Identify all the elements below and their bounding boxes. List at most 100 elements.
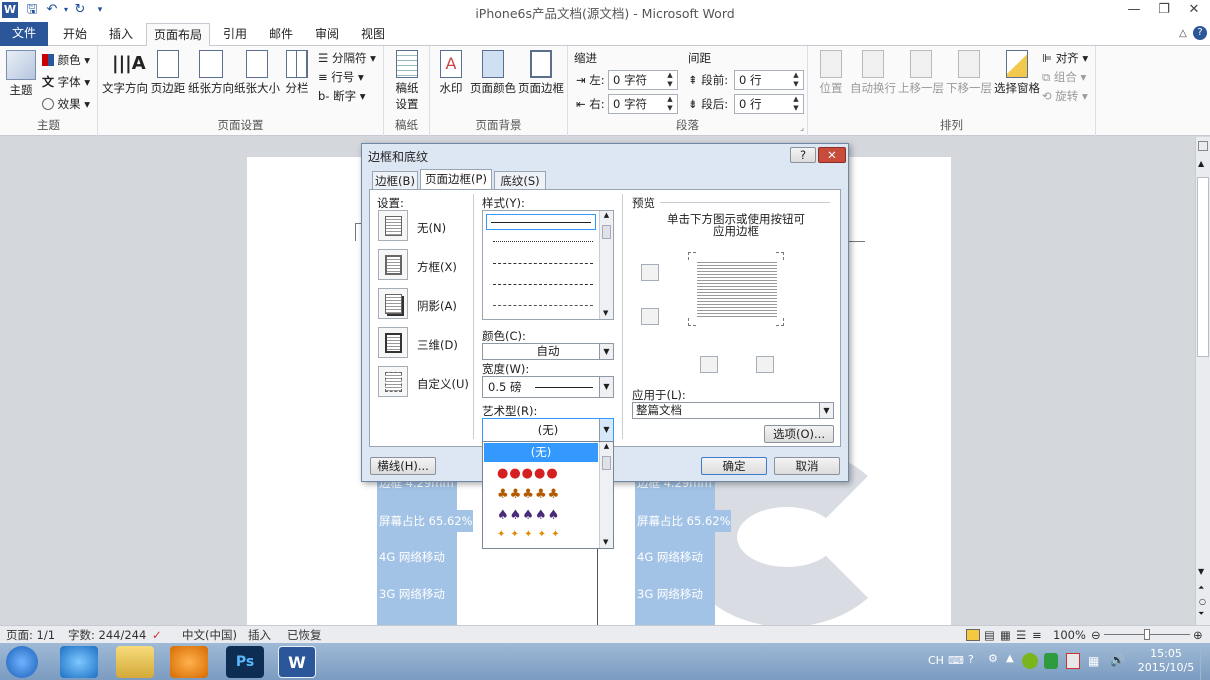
ruler-toggle-icon[interactable] — [1198, 141, 1208, 151]
align-button[interactable]: ⊫ 对齐 ▾ — [1042, 48, 1088, 68]
width-dropdown[interactable]: 0.5 磅 ▼ — [482, 376, 614, 398]
network-icon[interactable]: ▦ — [1088, 654, 1099, 668]
vertical-scrollbar[interactable]: ▲ ▼ ⏶ ○ ⏷ — [1195, 137, 1210, 625]
word-taskbar-icon[interactable]: W — [278, 646, 316, 678]
art-option-cakes[interactable]: ♣♣♣♣♣ — [497, 487, 560, 502]
tab-mailings[interactable]: 邮件 — [260, 23, 302, 46]
show-hidden-icon[interactable]: ▲ — [1006, 653, 1014, 664]
setting-custom-button[interactable] — [378, 366, 408, 397]
doc-line-right-2[interactable]: 屏幕占比 65.62% — [635, 510, 731, 532]
preview-left-border-button[interactable] — [700, 356, 718, 373]
setting-3d-button[interactable] — [378, 327, 408, 358]
tab-references[interactable]: 引用 — [214, 23, 256, 46]
color-dropdown[interactable]: 自动 ▼ — [482, 343, 614, 360]
flag-icon[interactable] — [1066, 653, 1080, 669]
art-dropdown-list[interactable]: (无) ●●●●● ♣♣♣♣♣ ♠♠♠♠♠ ✦ ✦ ✦ ✦ ✦ ▲ ▼ — [482, 441, 614, 549]
tab-page-border[interactable]: 页面边框(P) — [420, 169, 492, 190]
style-scroll-down-icon[interactable]: ▼ — [603, 309, 608, 317]
theme-fonts-button[interactable]: 文 字体 ▾ — [42, 72, 90, 92]
status-words[interactable]: 字数: 244/244 — [68, 627, 146, 643]
art-scroll-up-icon[interactable]: ▲ — [600, 442, 613, 450]
doc-line-left-4[interactable]: 3G 网络移动 — [377, 583, 445, 605]
tab-insert[interactable]: 插入 — [100, 23, 142, 46]
preview-right-border-button[interactable] — [756, 356, 774, 373]
zoom-slider-thumb[interactable] — [1144, 629, 1150, 640]
orientation-button[interactable]: 纸张方向 — [188, 50, 234, 96]
horizontal-line-button[interactable]: 横线(H)... — [370, 457, 436, 475]
web-layout-icon[interactable]: ▦ — [1000, 627, 1011, 643]
spacing-after-input[interactable]: 0 行 ▲ ▼ — [734, 94, 804, 114]
page-border-button[interactable]: 页面边框 — [518, 50, 564, 96]
cancel-button[interactable]: 取消 — [774, 457, 840, 475]
dialog-close-button[interactable]: ✕ — [818, 147, 846, 163]
restore-icon[interactable]: ❐ — [1150, 0, 1178, 20]
page-color-button[interactable]: 页面颜色 — [470, 50, 516, 96]
style-scrollbar[interactable]: ▲ ▼ — [599, 211, 613, 319]
spacing-after-spin-icon[interactable]: ▲ ▼ — [789, 95, 803, 113]
style-dash-line[interactable] — [493, 284, 593, 285]
close-icon[interactable]: ✕ — [1180, 0, 1208, 20]
zoom-in-icon[interactable]: ⊕ — [1193, 627, 1203, 643]
manuscript-button[interactable]: 稿纸 设置 — [390, 50, 424, 112]
width-dropdown-arrow-icon[interactable]: ▼ — [599, 377, 613, 397]
doc-line-right-3[interactable]: 4G 网络移动 — [635, 546, 703, 568]
art-option-hats[interactable]: ♠♠♠♠♠ — [497, 508, 560, 523]
status-page[interactable]: 页面: 1/1 — [6, 627, 55, 643]
minimize-icon[interactable]: — — [1120, 0, 1148, 20]
art-scroll-down-icon[interactable]: ▼ — [603, 538, 608, 546]
setting-none-button[interactable] — [378, 210, 408, 241]
indent-left-input[interactable]: 0 字符 ▲ ▼ — [608, 70, 678, 90]
tab-home[interactable]: 开始 — [54, 23, 96, 46]
send-backward-button[interactable]: 下移一层 — [946, 50, 992, 96]
doc-line-left-2[interactable]: 屏幕占比 65.62% — [377, 510, 473, 532]
position-button[interactable]: 位置 — [814, 50, 848, 96]
security-tray-icon[interactable] — [1022, 653, 1038, 669]
settings-tray-icon[interactable]: ⚙ — [988, 652, 998, 665]
style-item-selected[interactable] — [486, 214, 596, 230]
bring-forward-button[interactable]: 上移一层 — [898, 50, 944, 96]
photoshop-icon[interactable]: Ps — [226, 646, 264, 678]
size-button[interactable]: 纸张大小 — [234, 50, 280, 96]
preview-top-border-button[interactable] — [641, 264, 659, 281]
zoom-out-icon[interactable]: ⊖ — [1091, 627, 1101, 643]
ime-indicator[interactable]: CH — [928, 654, 944, 667]
show-desktop-button[interactable] — [1200, 643, 1210, 680]
next-page-icon[interactable]: ⏷ — [1198, 609, 1204, 619]
scroll-down-icon[interactable]: ▼ — [1198, 567, 1204, 576]
browse-object-icon[interactable]: ○ — [1199, 597, 1206, 606]
spacing-before-input[interactable]: 0 行 ▲ ▼ — [734, 70, 804, 90]
theme-effects-button[interactable]: 效果 ▾ — [42, 94, 90, 114]
text-direction-button[interactable]: |||A 文字方向 — [102, 50, 148, 96]
art-list-scrollbar[interactable]: ▲ ▼ — [599, 442, 613, 548]
doc-line-left-3[interactable]: 4G 网络移动 — [377, 546, 445, 568]
setting-custom-label[interactable]: 自定义(U) — [417, 376, 469, 392]
wrap-text-button[interactable]: 自动换行 — [850, 50, 896, 96]
group-button[interactable]: ⧉ 组合 ▾ — [1042, 67, 1086, 87]
tab-file[interactable]: 文件 — [0, 22, 48, 46]
dialog-help-button[interactable]: ? — [790, 147, 816, 163]
style-dash-short-line[interactable] — [493, 263, 593, 264]
art-dropdown-arrow-icon[interactable]: ▼ — [599, 419, 613, 441]
style-dotted-line[interactable] — [493, 241, 593, 242]
setting-none-label[interactable]: 无(N) — [417, 220, 446, 236]
scroll-up-icon[interactable]: ▲ — [1198, 159, 1204, 168]
art-option-candles[interactable]: ✦ ✦ ✦ ✦ ✦ — [497, 529, 561, 540]
rotate-button[interactable]: ⟲ 旋转 ▾ — [1042, 86, 1088, 106]
ie-icon[interactable] — [60, 646, 98, 678]
tab-shading[interactable]: 底纹(S) — [494, 171, 546, 190]
setting-shadow-button[interactable] — [378, 288, 408, 319]
indent-right-input[interactable]: 0 字符 ▲ ▼ — [608, 94, 678, 114]
indent-right-spin-icon[interactable]: ▲ ▼ — [663, 95, 677, 113]
setting-shadow-label[interactable]: 阴影(A) — [417, 298, 457, 314]
keyboard-icon[interactable]: ⌨ — [948, 654, 964, 667]
prev-page-icon[interactable]: ⏶ — [1198, 583, 1204, 593]
preview-page[interactable] — [688, 252, 784, 326]
art-option-apples[interactable]: ●●●●● — [497, 466, 559, 481]
tab-page-layout[interactable]: 页面布局 — [146, 23, 210, 47]
status-insert-mode[interactable]: 插入 — [248, 627, 271, 643]
style-scroll-thumb[interactable] — [602, 225, 611, 239]
setting-box-label[interactable]: 方框(X) — [417, 259, 457, 275]
themes-button[interactable]: 主题 — [4, 50, 38, 98]
tab-borders[interactable]: 边框(B) — [372, 171, 418, 190]
status-language[interactable]: 中文(中国) — [182, 627, 237, 643]
